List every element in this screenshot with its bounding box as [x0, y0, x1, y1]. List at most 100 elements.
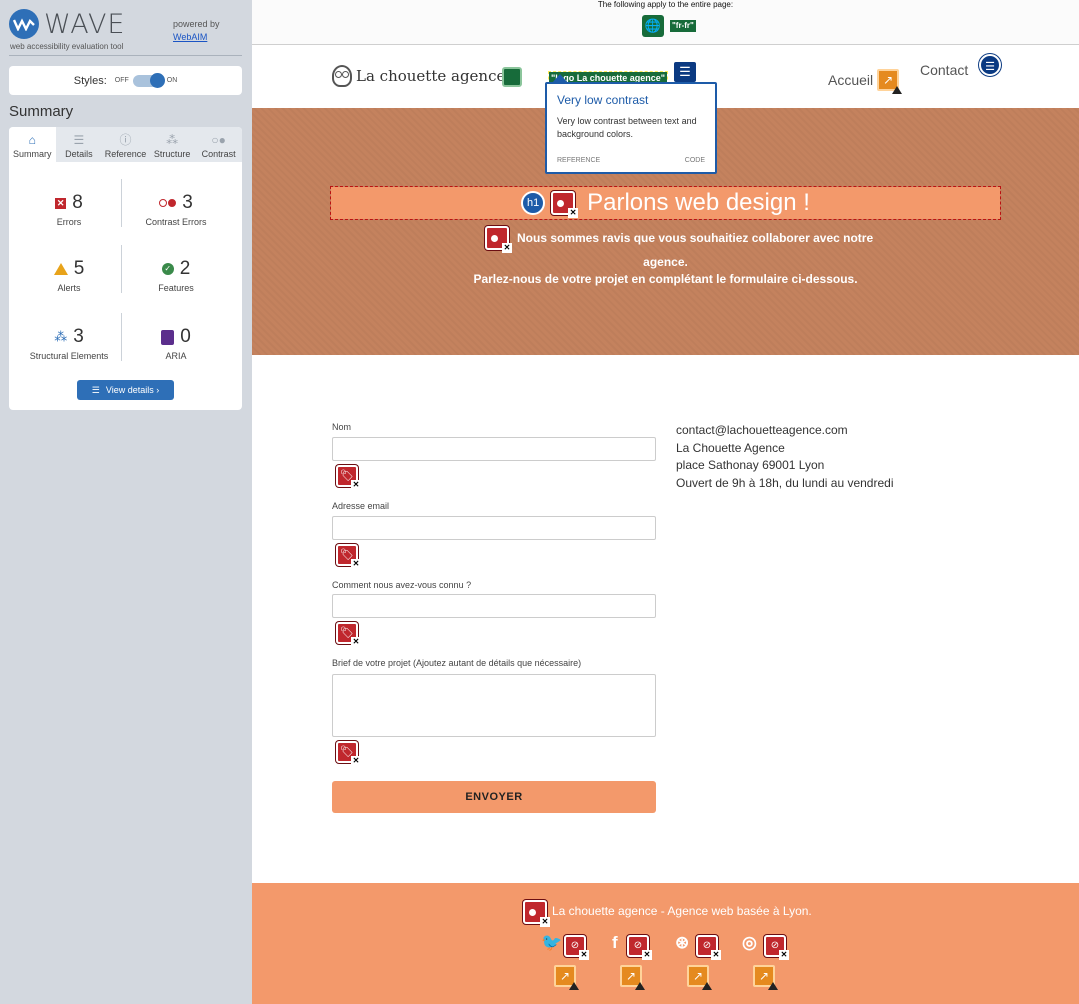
tooltip-description: Very low contrast between text and backg…: [557, 116, 697, 139]
list-structure-icon[interactable]: ☰: [979, 54, 1001, 76]
alert-icon: [53, 263, 68, 275]
tab-details[interactable]: ☰ Details: [56, 127, 103, 162]
empty-link-icon[interactable]: ⊘ ✕: [696, 935, 721, 960]
contrast-error-marker[interactable]: ✕: [485, 226, 512, 253]
error-icon: ✕: [55, 197, 67, 209]
empty-link-icon[interactable]: ⊘ ✕: [627, 935, 652, 960]
webaim-link[interactable]: WebAIM: [173, 32, 207, 42]
toggle-knob: [149, 72, 165, 88]
contrast-errors-count: 3: [182, 192, 193, 213]
tooltip-code-link[interactable]: CODE: [685, 157, 705, 164]
empty-link-icon[interactable]: ⊘ ✕: [764, 935, 789, 960]
redundant-link-alert-icon[interactable]: ↗: [687, 965, 712, 990]
stat-errors[interactable]: ✕ 8 Errors: [14, 192, 124, 227]
nav-contact[interactable]: Contact: [920, 62, 968, 78]
site-footer: ✕ La chouette agence - Agence web basée …: [252, 883, 1079, 1004]
toggle-on-label: ON: [166, 77, 178, 84]
stat-aria[interactable]: 0 ARIA: [121, 326, 231, 361]
redundant-link-alert-icon[interactable]: ↗: [877, 69, 903, 94]
brand-name: La chouette agence: [356, 67, 506, 85]
page-wide-text: The following apply to the entire page:: [597, 0, 734, 9]
contrast-icon: ○●: [211, 133, 226, 147]
errors-count: 8: [72, 192, 83, 213]
redundant-link-alert-icon[interactable]: ↗: [554, 965, 579, 990]
name-label: Nom: [332, 422, 352, 432]
contact-address: place Sathonay 69001 Lyon: [676, 458, 825, 472]
missing-label-icon[interactable]: 🏷 ✕: [336, 622, 361, 647]
stat-features[interactable]: ✓ 2 Features: [121, 258, 231, 293]
contact-info: contact@lachouetteagence.com La Chouette…: [676, 422, 894, 492]
submit-button[interactable]: ENVOYER: [332, 781, 656, 813]
summary-heading: Summary: [9, 103, 74, 120]
unordered-list-icon[interactable]: ☰: [674, 62, 696, 82]
contrast-error-icon[interactable]: ✕: [523, 900, 550, 927]
aria-label: ARIA: [165, 351, 187, 361]
redundant-link-alert-icon[interactable]: ↗: [620, 965, 645, 990]
tooltip-title: Very low contrast: [557, 93, 649, 107]
source-field[interactable]: [332, 594, 656, 618]
owl-logo-icon: [332, 65, 352, 87]
facebook-icon[interactable]: f: [612, 933, 618, 953]
list-icon: ☰: [91, 384, 100, 395]
wave-subtitle: web accessibility evaluation tool: [10, 42, 124, 51]
features-count: 2: [179, 258, 191, 279]
contact-name: La Chouette Agence: [676, 440, 785, 455]
tab-contrast[interactable]: ○● Contrast: [195, 127, 242, 162]
styles-label: Styles:: [73, 74, 107, 87]
contact-email[interactable]: contact@lachouetteagence.com: [676, 422, 894, 440]
wave-logo-icon: [9, 9, 39, 39]
styles-toggle[interactable]: OFF ON: [114, 72, 178, 88]
page-title: Parlons web design !: [587, 189, 810, 216]
tooltip-reference-link[interactable]: REFERENCE: [557, 157, 600, 164]
name-field[interactable]: [332, 437, 656, 461]
view-details-button[interactable]: ☰ View details ›: [77, 380, 174, 400]
info-icon: ⓘ: [119, 133, 132, 147]
redundant-link-alert-icon[interactable]: ↗: [753, 965, 778, 990]
instagram-icon[interactable]: ◎: [742, 933, 757, 953]
hero-paragraph-2: Parlez-nous de votre projet en complétan…: [473, 272, 858, 286]
contrast-error-icon: [159, 199, 177, 207]
empty-link-icon[interactable]: ⊘ ✕: [564, 935, 589, 960]
stat-alerts[interactable]: 5 Alerts: [14, 258, 124, 293]
evaluated-page: The following apply to the entire page: …: [252, 0, 1079, 1004]
brief-textarea[interactable]: [332, 674, 656, 737]
contact-hours: Ouvert de 9h à 18h, du lundi au vendredi: [676, 475, 894, 490]
source-label: Comment nous avez-vous connu ?: [332, 580, 472, 590]
tab-reference[interactable]: ⓘ Reference: [102, 127, 149, 162]
missing-label-icon[interactable]: 🏷 ✕: [336, 544, 361, 569]
email-label: Adresse email: [332, 501, 390, 511]
missing-label-icon[interactable]: 🏷 ✕: [336, 465, 361, 490]
h1-icon[interactable]: h1: [521, 191, 546, 215]
alerts-label: Alerts: [57, 283, 81, 293]
toggle-off-label: OFF: [114, 77, 129, 84]
structure-icon: ⁂: [166, 133, 179, 147]
language-globe-icon[interactable]: 🌐: [642, 15, 664, 37]
tab-summary[interactable]: ⌂ Summary: [9, 127, 56, 162]
errors-label: Errors: [56, 217, 82, 227]
structure-icon: ⁂: [54, 329, 68, 344]
wave-tabs: ⌂ Summary ☰ Details ⓘ Reference ⁂ Structure …: [9, 127, 242, 162]
wave-sidebar: WAVE web accessibility evaluation tool p…: [0, 0, 252, 1004]
powered-by-label: powered by: [173, 19, 220, 29]
contrast-error-icon[interactable]: ✕: [485, 226, 512, 253]
nav-accueil-label: Accueil: [828, 72, 874, 88]
tab-structure[interactable]: ⁂ Structure: [149, 127, 196, 162]
nav-accueil[interactable]: Accueil ↗: [828, 69, 903, 94]
stat-structural[interactable]: ⁂ 3 Structural Elements: [14, 326, 124, 361]
tab-label: Details: [65, 149, 93, 159]
list-icon: ☰: [73, 133, 85, 147]
hero-paragraph: Nous sommes ravis que vous souhaitiez co…: [517, 231, 874, 245]
missing-label-icon[interactable]: 🏷 ✕: [336, 741, 361, 766]
site-logo[interactable]: La chouette agence: [332, 65, 505, 87]
toggle-switch[interactable]: [132, 72, 165, 88]
hero-paragraph-cont: agence.: [643, 255, 688, 269]
stat-contrast-errors[interactable]: 3 Contrast Errors: [121, 192, 231, 227]
contrast-error-icon[interactable]: ✕: [551, 191, 579, 218]
linked-image-icon[interactable]: [502, 67, 522, 87]
tab-label: Contrast: [201, 149, 236, 159]
dribbble-icon[interactable]: ⊛: [675, 933, 689, 953]
aria-icon: [161, 329, 175, 345]
email-field[interactable]: [332, 516, 656, 540]
twitter-icon[interactable]: 🐦: [541, 933, 562, 953]
styles-toggle-bar: Styles: OFF ON: [9, 66, 242, 95]
